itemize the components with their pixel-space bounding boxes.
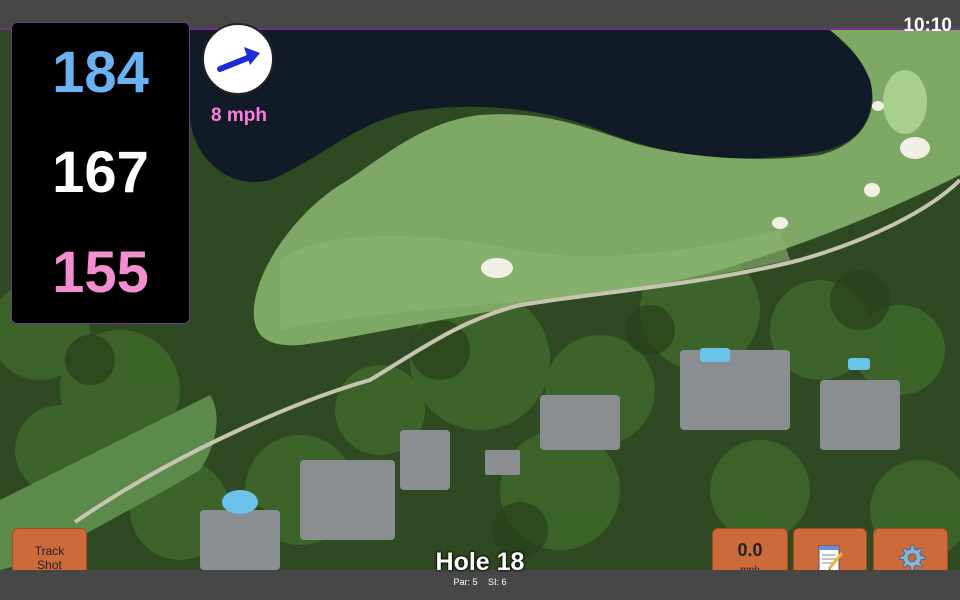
notepad-icon xyxy=(818,545,844,572)
track-shot-label: Track Shot xyxy=(34,544,65,572)
distance-middle: 167 xyxy=(52,140,149,205)
wind-direction-arrow-icon xyxy=(217,47,260,72)
wind-speed-label: 8 mph xyxy=(211,105,267,126)
wind-speed-value: 0.0 xyxy=(737,540,763,560)
hole-par: Par: 5 xyxy=(453,577,478,587)
clock: 10:10 xyxy=(903,15,952,36)
distance-front: 155 xyxy=(52,240,149,305)
distance-panel: 184 167 155 xyxy=(11,22,190,324)
wind-indicator xyxy=(202,23,274,95)
hole-title: Hole 18 xyxy=(435,548,525,576)
hole-stroke-index: SI: 6 xyxy=(488,577,507,587)
distance-back: 184 xyxy=(52,40,149,105)
hole-info: Par: 5 SI: 6 xyxy=(380,577,580,587)
